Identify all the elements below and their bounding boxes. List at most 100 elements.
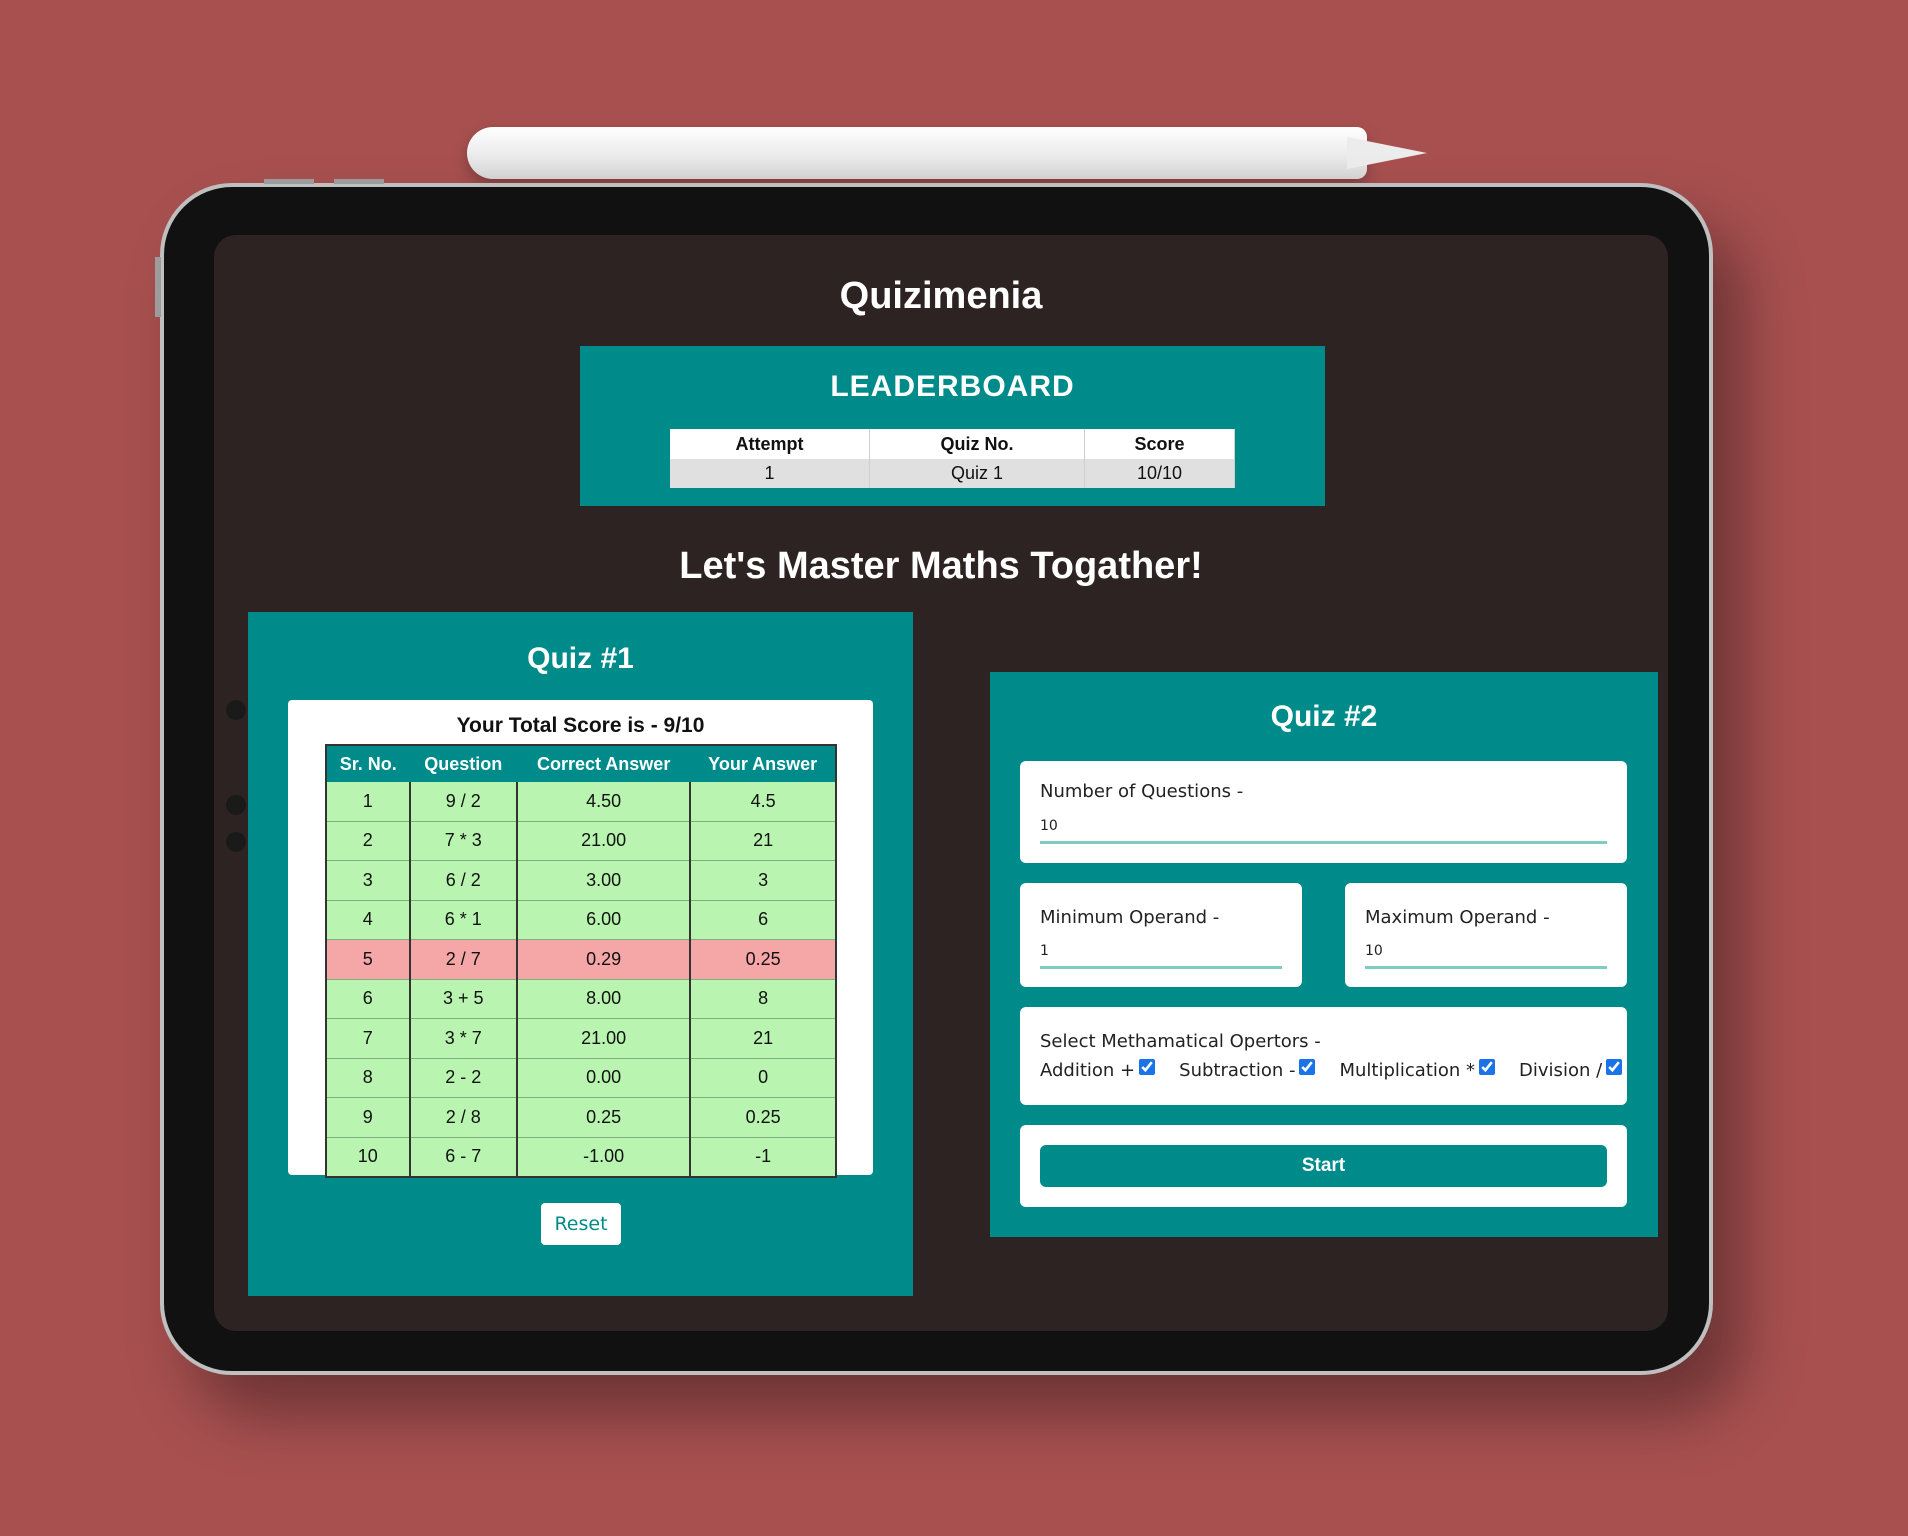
total-score: Your Total Score is - 9/10 [456,714,705,737]
sr-cell: 10 [326,1137,411,1178]
results-row: 9 2 / 8 0.25 0.25 [326,1097,836,1138]
leaderboard-header-quiz: Quiz No. [869,429,1085,459]
score-card: Your Total Score is - 9/10 Sr. No. Quest… [288,700,873,1178]
results-row: 3 6 / 2 3.00 3 [326,860,836,901]
question-cell: 6 / 2 [409,860,518,901]
results-row: 6 3 + 5 8.00 8 [326,979,836,1019]
results-table: Sr. No. Question Correct Answer Your Ans… [325,744,837,1178]
leaderboard-row: 1 Quiz 1 10/10 [670,459,1236,488]
results-row: 1 9 / 2 4.50 4.5 [326,782,836,822]
screen: Quizimenia LEADERBOARD Attempt Quiz No. … [214,235,1668,1331]
correct-cell: 6.00 [516,900,692,940]
addition-checkbox[interactable] [1139,1059,1156,1075]
operators-card: Select Methamatical Opertors - Addition … [1020,1007,1627,1105]
results-header-question: Question [409,745,517,782]
quiz1-title: Quiz #1 [527,642,634,675]
apple-pencil [467,127,1427,179]
question-cell: 2 - 2 [409,1058,518,1098]
operator-multiplication[interactable]: Multiplication * [1339,1059,1496,1081]
subtraction-checkbox[interactable] [1299,1059,1316,1075]
camera-dot [226,795,246,815]
tagline: Let's Master Maths Togather! [679,545,1203,587]
results-header-sr: Sr. No. [326,745,410,782]
correct-cell: 0.00 [516,1058,692,1098]
correct-cell: 21.00 [516,821,692,861]
sr-cell: 8 [326,1058,411,1098]
min-operand-input[interactable] [1040,936,1282,969]
multiplication-checkbox[interactable] [1479,1059,1496,1075]
correct-cell: -1.00 [516,1137,692,1178]
question-cell: 6 - 7 [409,1137,518,1178]
sr-cell: 2 [326,821,411,861]
results-header-answer: Your Answer [690,745,836,782]
leaderboard-attempt: 1 [670,459,870,488]
num-questions-label: Number of Questions - [1040,781,1244,802]
question-cell: 2 / 8 [409,1097,518,1138]
results-header-correct: Correct Answer [516,745,691,782]
correct-cell: 3.00 [516,860,692,901]
answer-cell: -1 [690,1137,836,1178]
sr-cell: 9 [326,1097,411,1138]
answer-cell: 3 [690,860,836,901]
max-operand-input[interactable] [1365,936,1607,969]
min-operand-card: Minimum Operand - [1020,883,1302,987]
addition-label: Addition + [1040,1059,1136,1081]
leaderboard-header-score: Score [1084,429,1236,459]
pencil-body [467,127,1367,179]
sr-cell: 5 [326,939,411,980]
answer-cell: 21 [690,1018,836,1059]
answer-cell: 0.25 [690,1097,836,1138]
top-button [334,179,384,184]
operators-row: Addition + Subtraction - Multiplication … [1040,1059,1623,1081]
results-row: 8 2 - 2 0.00 0 [326,1058,836,1098]
sr-cell: 7 [326,1018,411,1059]
leaderboard-panel: LEADERBOARD Attempt Quiz No. Score 1 Qui… [580,346,1325,506]
operator-addition[interactable]: Addition + [1040,1059,1156,1081]
division-checkbox[interactable] [1606,1059,1623,1075]
max-operand-label: Maximum Operand - [1365,907,1550,928]
top-button [264,179,314,184]
division-label: Division / [1519,1059,1603,1081]
operators-label: Select Methamatical Opertors - [1040,1031,1321,1052]
question-cell: 2 / 7 [409,939,518,980]
sr-cell: 4 [326,900,411,940]
answer-cell: 6 [690,900,836,940]
operator-subtraction[interactable]: Subtraction - [1179,1059,1316,1081]
multiplication-label: Multiplication * [1339,1059,1476,1081]
answer-cell: 8 [690,979,836,1019]
correct-cell: 0.25 [516,1097,692,1138]
tablet-frame: Quizimenia LEADERBOARD Attempt Quiz No. … [155,179,1713,1375]
start-button[interactable]: Start [1040,1145,1607,1187]
leaderboard-quiz: Quiz 1 [869,459,1085,488]
num-questions-input[interactable] [1040,811,1607,844]
question-cell: 3 * 7 [409,1018,518,1059]
sr-cell: 1 [326,782,411,822]
quiz2-title: Quiz #2 [1270,700,1378,733]
answer-cell: 0 [690,1058,836,1098]
camera-dot [226,700,246,720]
answer-cell: 4.5 [690,782,836,822]
results-row: 4 6 * 1 6.00 6 [326,900,836,940]
leaderboard-score: 10/10 [1084,459,1236,488]
correct-cell: 0.29 [516,939,692,980]
quiz1-panel: Quiz #1 Your Total Score is - 9/10 Sr. N… [248,612,913,1296]
min-operand-label: Minimum Operand - [1040,907,1220,928]
answer-cell: 21 [690,821,836,861]
leaderboard-table: Attempt Quiz No. Score 1 Quiz 1 10/10 [670,429,1236,488]
results-row: 5 2 / 7 0.29 0.25 [326,939,836,980]
correct-cell: 21.00 [516,1018,692,1059]
volume-button [155,257,161,317]
sr-cell: 3 [326,860,411,901]
quiz2-panel: Quiz #2 Number of Questions - Minimum Op… [990,672,1658,1237]
correct-cell: 4.50 [516,782,692,822]
num-questions-card: Number of Questions - [1020,761,1627,863]
question-cell: 6 * 1 [409,900,518,940]
start-card: Start [1020,1125,1627,1207]
camera-dot [226,832,246,852]
correct-cell: 8.00 [516,979,692,1019]
operator-division[interactable]: Division / [1519,1059,1623,1081]
max-operand-card: Maximum Operand - [1345,883,1627,987]
app-title: Quizimenia [839,275,1043,317]
reset-button[interactable]: Reset [541,1203,621,1245]
results-row: 7 3 * 7 21.00 21 [326,1018,836,1059]
